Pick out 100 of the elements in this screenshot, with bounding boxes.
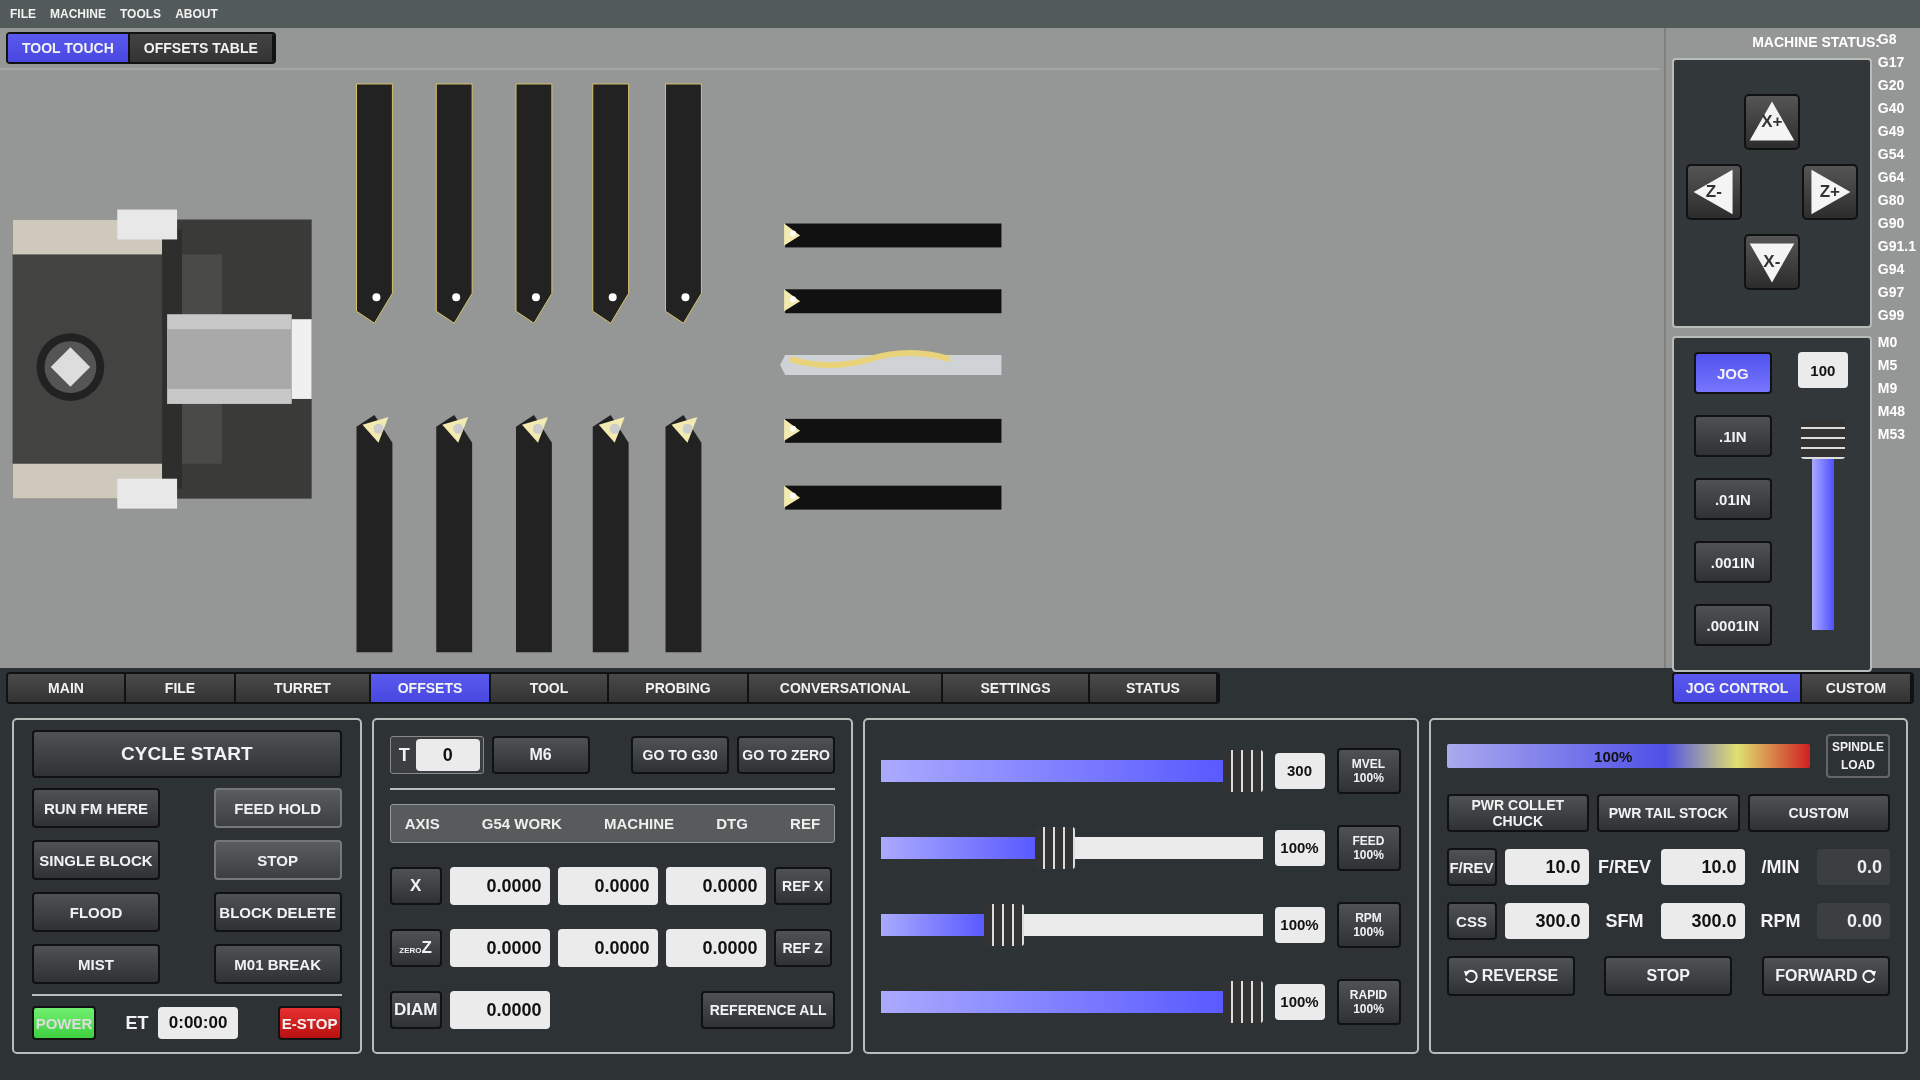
override-value-field[interactable]: 300 — [1274, 752, 1325, 789]
main-tab[interactable]: MAIN — [8, 674, 126, 702]
spindle-direction-button[interactable]: REVERSE — [1446, 956, 1575, 996]
slider-thumb[interactable] — [1222, 749, 1263, 792]
rotate-ccw-icon — [1462, 968, 1478, 984]
jog-arrow-button[interactable]: Z+ — [1801, 164, 1858, 220]
jog-arrow-button[interactable]: X+ — [1743, 94, 1800, 150]
spindle-accessory-button[interactable]: CUSTOM — [1747, 794, 1890, 832]
main-tab[interactable]: FILE — [126, 674, 236, 702]
g-code: G94 — [1877, 260, 1906, 279]
dro-value-field: 0.0000 — [665, 929, 766, 967]
jog-increment-button[interactable]: JOG — [1693, 352, 1772, 394]
spindle-value-field[interactable]: 10.0 — [1660, 849, 1745, 885]
tool-change-button[interactable]: M6 — [491, 736, 590, 774]
g-code: G20 — [1877, 76, 1906, 95]
m-code: M5 — [1877, 356, 1899, 375]
main-tab[interactable]: TOOL — [491, 674, 609, 702]
panel-tab[interactable]: JOG CONTROL — [1674, 674, 1802, 702]
machine-button[interactable]: FLOOD — [32, 892, 160, 932]
jog-arrow-button[interactable]: Z- — [1685, 164, 1742, 220]
slider-thumb[interactable] — [1222, 980, 1263, 1023]
view-tab[interactable]: TOOL TOUCH — [8, 34, 130, 62]
cycle-start-button[interactable]: CYCLE START — [32, 730, 342, 778]
go-to-zero-button[interactable]: GO TO ZERO — [737, 736, 836, 774]
g-code: G49 — [1877, 122, 1906, 141]
go-to-g30-button[interactable]: GO TO G30 — [631, 736, 730, 774]
main-tab[interactable]: SETTINGS — [943, 674, 1090, 702]
reference-axis-button[interactable]: REF Z — [773, 929, 832, 967]
override-reset-button[interactable]: FEED 100% — [1336, 824, 1401, 871]
g-code: G91.1 — [1877, 237, 1916, 256]
machine-button[interactable]: FEED HOLD — [213, 788, 342, 828]
jog-increment-button[interactable]: .01IN — [1693, 478, 1772, 520]
rotate-cw-icon — [1861, 968, 1877, 984]
machine-button[interactable]: MIST — [32, 944, 160, 984]
axis-zero-button[interactable]: X — [389, 867, 442, 905]
jog-increment-button[interactable]: .0001IN — [1693, 604, 1772, 646]
override-value-field[interactable]: 100% — [1274, 906, 1325, 943]
spindle-readout-field: 0.00 — [1816, 903, 1890, 939]
reference-axis-button[interactable]: REF X — [773, 867, 832, 905]
g-code: G99 — [1877, 306, 1906, 325]
column-header: MACHINE — [604, 815, 675, 832]
g-code: G17 — [1877, 53, 1906, 72]
unit-label: /MIN — [1760, 856, 1801, 878]
slider-thumb[interactable] — [983, 903, 1024, 946]
dro-value-field: 0.0000 — [665, 867, 766, 905]
menu-item[interactable]: ABOUT — [175, 7, 218, 21]
spindle-load-reading: 100% — [1594, 747, 1633, 765]
reference-all-button[interactable]: REFERENCE ALL — [701, 991, 836, 1029]
spindle-value-field[interactable]: 300.0 — [1504, 903, 1589, 939]
override-value-field[interactable]: 100% — [1274, 829, 1325, 866]
g-code: G90 — [1877, 214, 1906, 233]
override-value-field[interactable]: 100% — [1274, 983, 1325, 1020]
main-tab[interactable]: CONVERSATIONAL — [749, 674, 943, 702]
slider-thumb[interactable] — [1800, 419, 1845, 459]
tool-number-control[interactable]: T 0 — [389, 736, 484, 774]
machine-button[interactable]: RUN FM HERE — [32, 788, 160, 828]
spindle-value-field[interactable]: 10.0 — [1504, 849, 1589, 885]
main-tab[interactable]: PROBING — [609, 674, 749, 702]
elapsed-time-field: 0:00:00 — [158, 1007, 239, 1039]
machine-button[interactable]: STOP — [213, 840, 342, 880]
column-header: DTG — [716, 815, 748, 832]
emergency-stop-button[interactable]: E-STOP — [277, 1006, 342, 1040]
m-code: M9 — [1877, 379, 1899, 398]
override-reset-button[interactable]: RPM 100% — [1336, 901, 1401, 948]
spindle-direction-button[interactable]: STOP — [1604, 956, 1733, 996]
jog-increment-button[interactable]: .001IN — [1693, 541, 1772, 583]
override-reset-button[interactable]: MVEL 100% — [1336, 747, 1401, 794]
menu-item[interactable]: TOOLS — [120, 7, 162, 21]
jog-rate-field[interactable]: 100 — [1797, 352, 1848, 388]
machine-button[interactable]: SINGLE BLOCK — [32, 840, 160, 880]
column-header: AXIS — [404, 815, 440, 832]
dro-value-field: 0.0000 — [449, 929, 550, 967]
jog-increment-button[interactable]: .1IN — [1693, 415, 1772, 457]
diameter-button[interactable]: DIAM — [389, 991, 442, 1029]
main-tab[interactable]: OFFSETS — [371, 674, 491, 702]
spindle-accessory-button[interactable]: PWR TAIL STOCK — [1597, 794, 1740, 832]
m-code: M53 — [1877, 425, 1907, 444]
slider-thumb[interactable] — [1034, 826, 1075, 869]
menu-item[interactable]: MACHINE — [50, 7, 106, 21]
spindle-accessory-button[interactable]: PWR COLLET CHUCK — [1446, 794, 1589, 832]
main-tab[interactable]: STATUS — [1090, 674, 1218, 702]
spindle-direction-button[interactable]: FORWARD — [1762, 956, 1890, 996]
spindle-value-field[interactable]: 300.0 — [1660, 903, 1745, 939]
unit-label: F/REV — [1597, 856, 1652, 878]
panel-tab[interactable]: CUSTOM — [1802, 674, 1912, 702]
main-tab[interactable]: TURRET — [236, 674, 371, 702]
axis-zero-button[interactable]: ZEROZ — [389, 929, 442, 967]
menu-item[interactable]: FILE — [10, 7, 36, 21]
spindle-mode-button[interactable]: CSS — [1446, 902, 1497, 940]
machine-button[interactable]: BLOCK DELETE — [213, 892, 342, 932]
g-code: G54 — [1877, 145, 1906, 164]
unit-label: RPM — [1759, 910, 1802, 932]
view-tab[interactable]: OFFSETS TABLE — [129, 34, 274, 62]
g-code: G80 — [1877, 191, 1906, 210]
m-code: M0 — [1877, 333, 1899, 352]
machine-status-label: MACHINE STATUS: — [1752, 34, 1880, 50]
override-reset-button[interactable]: RAPID 100% — [1336, 978, 1401, 1025]
machine-button[interactable]: M01 BREAK — [213, 944, 342, 984]
jog-arrow-button[interactable]: X- — [1743, 234, 1800, 290]
spindle-mode-button[interactable]: F/REV — [1446, 848, 1497, 886]
